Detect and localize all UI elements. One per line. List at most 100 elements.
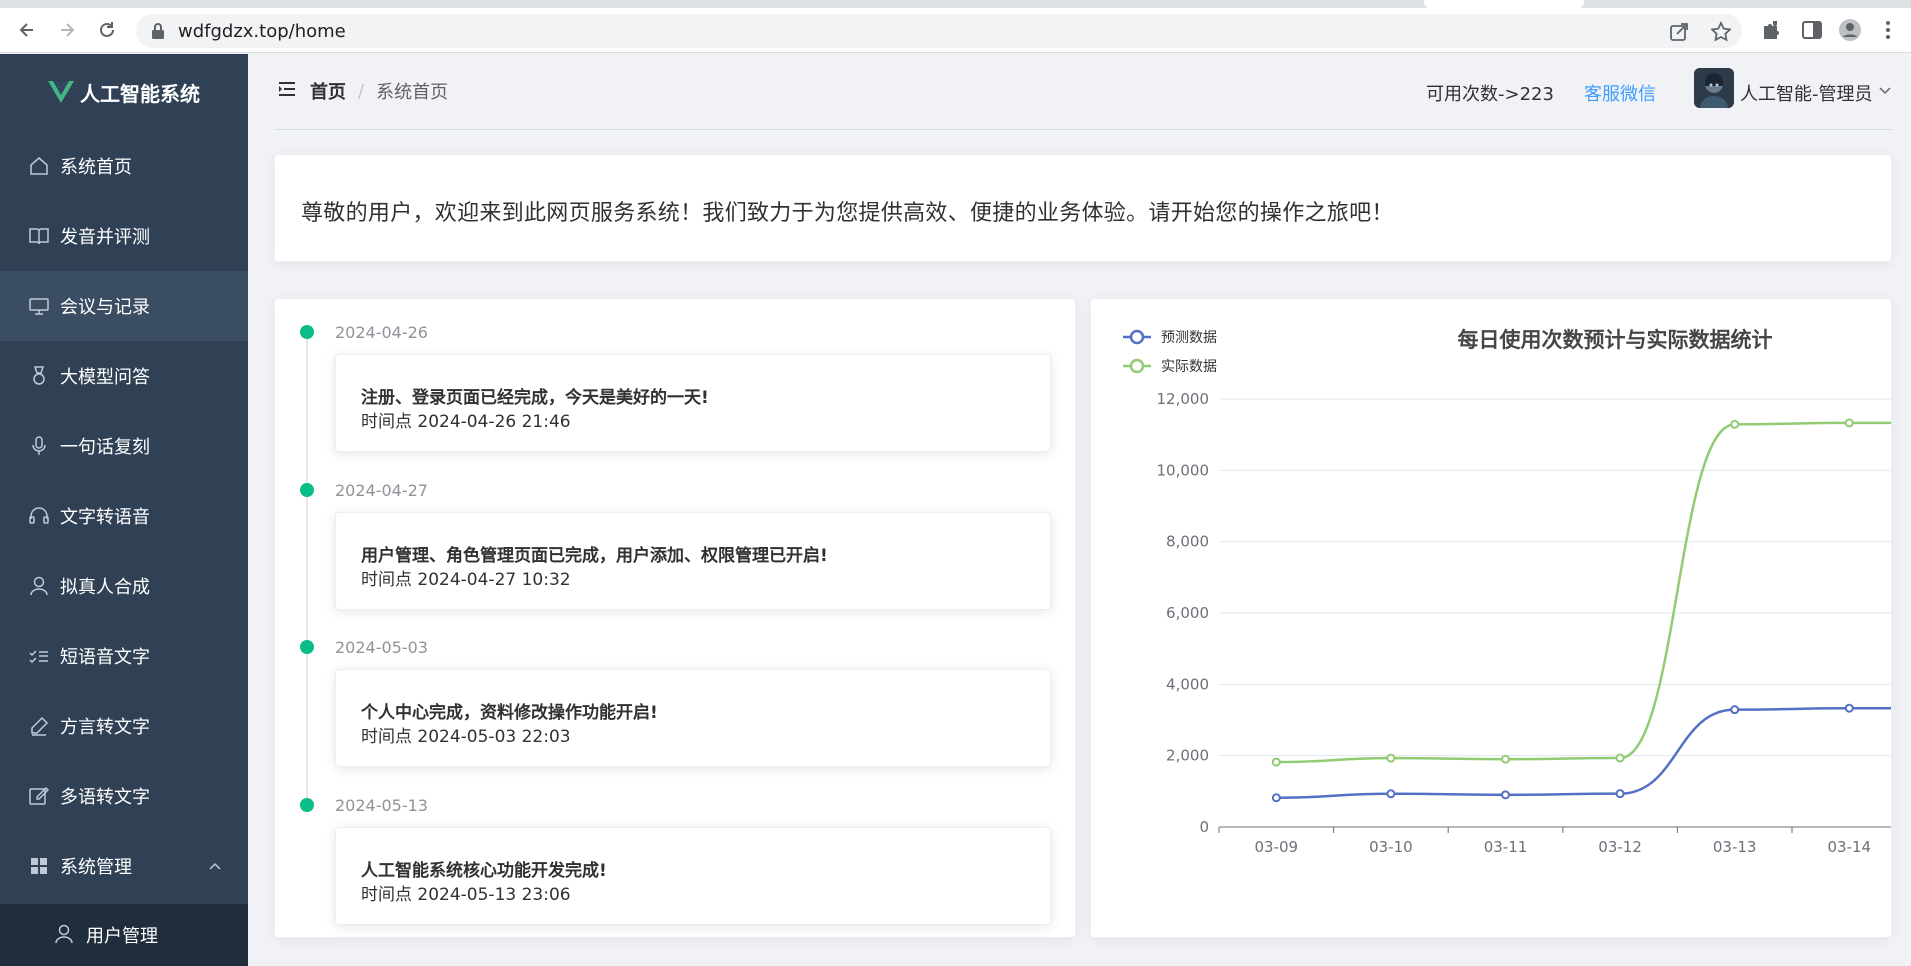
data-point[interactable]	[1730, 705, 1740, 715]
series-line	[1276, 706, 1891, 800]
series-line	[1276, 421, 1891, 764]
customer-service-link[interactable]: 客服微信	[1584, 80, 1656, 106]
sidebar-item-short-speech[interactable]: 短语音文字	[0, 621, 248, 691]
sidebar-item-llm-qa[interactable]: 大模型问答	[0, 341, 248, 411]
chevron-down-icon[interactable]	[1878, 84, 1892, 98]
kebab-menu-icon[interactable]	[1876, 18, 1900, 42]
medal-icon	[28, 365, 50, 387]
timeline-node	[300, 798, 314, 812]
lock-icon[interactable]	[150, 22, 166, 40]
legend-label[interactable]: 实际数据	[1161, 359, 1217, 375]
breadcrumb-home[interactable]: 首页	[310, 78, 346, 104]
data-point[interactable]	[1615, 789, 1625, 799]
sidebar-item-label: 系统管理	[60, 857, 132, 878]
sidebar-item-label: 多语转文字	[60, 787, 150, 808]
profile-icon[interactable]	[1838, 18, 1862, 42]
data-point[interactable]	[1271, 793, 1281, 803]
user-name[interactable]: 人工智能-管理员	[1740, 80, 1873, 106]
timeline-date: 2024-05-13	[335, 796, 428, 815]
sidebar-item-home[interactable]: 系统首页	[0, 131, 248, 201]
x-tick-label: 03-11	[1484, 838, 1528, 856]
sidebar-item-label: 一句话复刻	[60, 437, 150, 458]
url-text[interactable]: wdfgdzx.top/home	[178, 21, 346, 42]
monitor-icon	[28, 295, 50, 317]
address-bar[interactable]: wdfgdzx.top/home	[136, 14, 1742, 48]
sidebar-item-meeting[interactable]: 会议与记录	[0, 271, 248, 341]
sidebar-logo[interactable]: 人工智能系统	[0, 54, 248, 130]
breadcrumb: 首页 / 系统首页	[310, 78, 448, 104]
sidebar-item-label: 大模型问答	[60, 367, 150, 388]
sidebar-item-label: 发音并评测	[60, 227, 150, 248]
browser-tab-strip	[0, 0, 1911, 8]
sidebar-item-multilang[interactable]: 多语转文字	[0, 761, 248, 831]
data-point[interactable]	[1730, 419, 1740, 429]
y-tick-label: 6,000	[1166, 604, 1209, 622]
sidebar-item-voice-clone[interactable]: 一句话复刻	[0, 411, 248, 481]
user-icon	[28, 575, 50, 597]
top-navbar: 首页 / 系统首页 可用次数->223 客服微信 人工智能-管理员	[274, 54, 1892, 130]
timeline-node	[300, 483, 314, 497]
data-point[interactable]	[1271, 757, 1281, 767]
bookmark-star-icon[interactable]	[1710, 21, 1732, 43]
y-tick-label: 4,000	[1166, 675, 1209, 693]
data-point[interactable]	[1501, 754, 1510, 764]
sidebar-subitem-user-management[interactable]: 用户管理	[0, 904, 248, 966]
x-tick-label: 03-13	[1713, 838, 1757, 856]
reload-icon[interactable]	[92, 15, 122, 45]
timeline-node	[300, 325, 314, 339]
timeline-entry-time: 时间点 2024-05-03 22:03	[361, 727, 571, 747]
forward-arrow-icon[interactable]	[52, 15, 82, 45]
timeline-entry: 人工智能系统核心功能开发完成! 时间点 2024-05-13 23:06	[335, 827, 1051, 925]
sidebar-logo-text: 人工智能系统	[80, 81, 200, 106]
microphone-icon	[28, 435, 50, 457]
breadcrumb-current: 系统首页	[376, 82, 449, 103]
edit-icon	[28, 785, 50, 807]
data-point[interactable]	[1501, 790, 1510, 800]
x-tick-label: 03-12	[1598, 838, 1642, 856]
sidebar-item-label: 系统首页	[60, 157, 132, 178]
timeline-entry-time: 时间点 2024-04-27 10:32	[361, 570, 571, 590]
sidebar-item-dialect[interactable]: 方言转文字	[0, 691, 248, 761]
sidebar-item-human-synth[interactable]: 拟真人合成	[0, 551, 248, 621]
sidebar: 人工智能系统 系统首页 发音并评测 会议与记录 大模型问答 一句话复刻 文字转语…	[0, 54, 248, 966]
chart-series	[1271, 418, 1891, 803]
chart-y-axis: 0 2,000 4,000 6,000 8,000 10,000 12,000	[1157, 390, 1210, 836]
usage-line-chart: 每日使用次数预计与实际数据统计 预测数据实际数据 0 2,000 4,000 6,00…	[1123, 328, 1891, 856]
timeline-date: 2024-04-27	[335, 481, 428, 500]
x-tick-label: 03-14	[1828, 838, 1872, 856]
y-tick-label: 10,000	[1157, 461, 1210, 479]
browser-toolbar: wdfgdzx.top/home	[0, 8, 1911, 53]
chevron-up-icon[interactable]	[208, 859, 222, 873]
timeline-node	[300, 640, 314, 654]
breadcrumb-separator: /	[358, 80, 365, 102]
hamburger-menu-icon[interactable]	[278, 80, 296, 98]
user-icon	[54, 924, 76, 946]
data-point[interactable]	[1844, 703, 1854, 713]
side-panel-icon[interactable]	[1800, 18, 1824, 42]
data-point[interactable]	[1386, 753, 1396, 763]
legend-marker[interactable]	[1129, 358, 1145, 374]
data-point[interactable]	[1615, 753, 1625, 763]
extensions-puzzle-icon[interactable]	[1760, 18, 1784, 42]
avatar[interactable]	[1694, 68, 1734, 108]
back-arrow-icon[interactable]	[12, 15, 42, 45]
sidebar-item-pronunciation[interactable]: 发音并评测	[0, 201, 248, 271]
book-icon	[28, 225, 50, 247]
sidebar-item-tts[interactable]: 文字转语音	[0, 481, 248, 551]
list-check-icon	[28, 645, 50, 667]
timeline-line	[306, 335, 308, 807]
legend-label[interactable]: 预测数据	[1161, 330, 1217, 346]
browser-active-tab[interactable]	[1424, 0, 1584, 8]
sidebar-item-system-admin[interactable]: 系统管理	[0, 831, 248, 901]
data-point[interactable]	[1844, 418, 1854, 428]
sidebar-item-label: 拟真人合成	[60, 577, 150, 598]
x-tick-label: 03-09	[1255, 838, 1299, 856]
grid-icon	[28, 855, 50, 877]
legend-marker[interactable]	[1129, 329, 1145, 345]
y-tick-label: 0	[1199, 818, 1209, 836]
sidebar-item-label: 会议与记录	[60, 297, 150, 318]
share-icon[interactable]	[1668, 21, 1690, 43]
data-point[interactable]	[1386, 789, 1396, 799]
sidebar-item-label: 短语音文字	[60, 647, 150, 668]
headset-icon	[28, 505, 50, 527]
